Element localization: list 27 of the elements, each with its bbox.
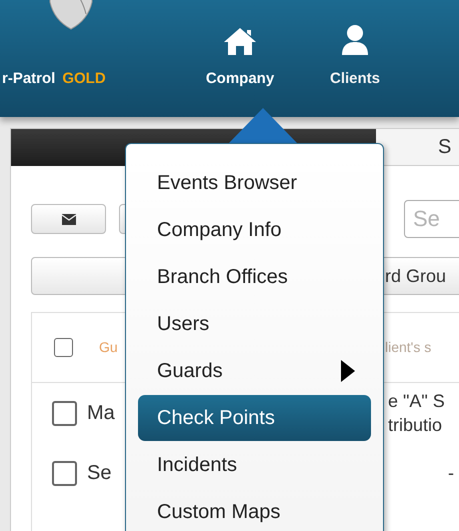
search-field[interactable]: Se: [404, 200, 459, 238]
table-cell-text: Se: [87, 461, 112, 486]
table-cell-text: e "A" S: [388, 390, 445, 413]
table-cell-text: tributio: [388, 414, 444, 437]
checkbox[interactable]: [52, 400, 77, 426]
home-icon: [223, 26, 257, 56]
menu-item[interactable]: Check Points: [138, 395, 371, 441]
menu-item[interactable]: Users: [138, 301, 371, 347]
mail-button[interactable]: [31, 204, 106, 234]
menu-item[interactable]: Custom Maps: [138, 489, 371, 531]
table-cell-text: -: [448, 462, 454, 485]
menu-item[interactable]: Events Browser: [138, 160, 371, 206]
menu-item[interactable]: Branch Offices: [138, 254, 371, 300]
menu-item[interactable]: Company Info: [138, 207, 371, 253]
tier-label: GOLD: [62, 68, 106, 88]
nav-tab[interactable]: Company: [175, 26, 305, 90]
brand-name: r-Patrol: [2, 68, 56, 88]
table-cell-text: Ma: [87, 401, 115, 426]
nav-tab[interactable]: Clients: [305, 24, 405, 90]
menu-item[interactable]: Guards: [138, 348, 371, 394]
menu-item[interactable]: Incidents: [138, 442, 371, 488]
envelope-icon: [62, 214, 76, 224]
menu-pointer: [228, 108, 298, 144]
user-icon: [341, 24, 369, 56]
tab[interactable]: S: [376, 129, 459, 166]
checkbox[interactable]: [54, 338, 73, 357]
checkbox[interactable]: [52, 460, 77, 486]
